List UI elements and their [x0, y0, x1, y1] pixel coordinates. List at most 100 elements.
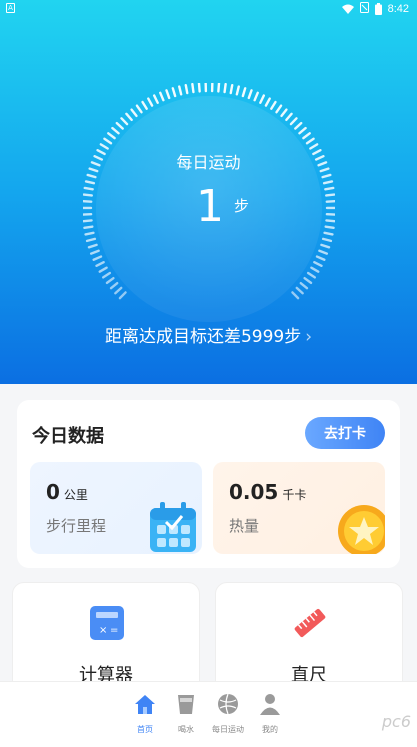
ruler-icon [294, 608, 326, 638]
ring-tick [320, 243, 331, 249]
clock-time: 8:42 [387, 3, 409, 15]
distance-value: 0 [46, 480, 60, 504]
ring-tick [86, 173, 97, 179]
ring-tick [325, 193, 335, 197]
ring-tick [309, 143, 319, 150]
distance-label: 步行里程 [46, 517, 107, 535]
svg-text:×: × [99, 625, 107, 636]
ring-tick [313, 260, 323, 268]
calories-unit: 千卡 [282, 488, 307, 502]
ring-tick [270, 100, 277, 110]
ring-tick [84, 180, 96, 185]
ring-tick [321, 173, 332, 179]
ring-tick [95, 260, 105, 268]
today-data-title: 今日数据 [32, 426, 104, 447]
ring-tick [280, 108, 288, 118]
chevron-right-icon: › [305, 327, 313, 347]
ring-tick [130, 108, 138, 118]
ring-tick [275, 104, 283, 114]
status-bar: A 8:42 [0, 0, 417, 18]
ring-tick [322, 180, 334, 185]
step-count: 1 [196, 181, 224, 232]
ring-tick [83, 225, 94, 230]
checkin-button[interactable]: 去打卡 [305, 417, 385, 449]
ring-tick [101, 271, 112, 279]
calculator-icon: × = [90, 606, 124, 640]
ring-tick [247, 89, 253, 100]
ring-tick [259, 94, 266, 104]
ring-tick [325, 219, 335, 223]
cup-icon [178, 695, 194, 714]
ring-tick [135, 104, 143, 114]
battery-icon [374, 3, 382, 15]
ring-tick [298, 126, 307, 135]
ring-tick [109, 281, 119, 290]
ring-tick [324, 225, 335, 230]
calories-value-row: 0.05 千卡 [229, 480, 306, 504]
calculator-card[interactable]: × = 计算器 [12, 582, 200, 697]
ring-tick [92, 255, 103, 261]
ring-tick [306, 271, 317, 279]
ring-tick [299, 281, 309, 290]
ring-tick [85, 237, 97, 243]
distance-value-row: 0 公里 [46, 480, 88, 504]
calendar-icon [150, 502, 196, 552]
ring-tick [89, 249, 100, 255]
ring-tick [147, 97, 154, 107]
app-indicator-icon: A [6, 3, 15, 13]
ring-tick [165, 89, 171, 100]
goal-remaining-text: 距离达成目标还差5999步 [104, 327, 302, 347]
ring-tick [105, 276, 115, 285]
calories-value: 0.05 [229, 480, 279, 504]
ring-tick [321, 237, 333, 243]
goal-remaining-link[interactable]: 距离达成目标还差5999步 › [0, 322, 417, 347]
ruler-card[interactable]: 直尺 [215, 582, 403, 697]
calories-label: 热量 [229, 517, 260, 535]
ring-tick [303, 276, 313, 285]
tab-mine[interactable]: 我的 [240, 692, 300, 735]
watermark-logo: pc6 [381, 712, 411, 731]
ball-icon [218, 693, 238, 715]
distance-stat: 0 公里 步行里程 [30, 462, 202, 554]
ring-tick [178, 85, 183, 96]
user-icon [260, 694, 280, 715]
ring-tick [98, 266, 108, 273]
daily-exercise-title: 每日运动 [176, 153, 241, 172]
distance-unit: 公里 [63, 488, 88, 502]
svg-text:=: = [110, 625, 118, 636]
ring-tick [125, 112, 133, 122]
ring-tick [118, 291, 127, 300]
ring-tick [295, 286, 304, 295]
ring-tick [289, 117, 298, 126]
ring-tick [111, 126, 120, 135]
wifi-icon [341, 4, 354, 14]
step-unit: 步 [234, 197, 250, 215]
ring-tick [285, 112, 293, 122]
ring-tick [264, 97, 271, 107]
today-data-card: 今日数据 去打卡 0 公里 步行里程 0.05 千卡 热量 [17, 400, 400, 568]
calories-stat: 0.05 千卡 热量 [213, 462, 385, 554]
ring-tick [229, 83, 234, 95]
ring-tick [84, 231, 95, 236]
ring-tick [318, 249, 329, 255]
no-sim-icon [359, 2, 369, 16]
ring-tick [310, 266, 320, 273]
ring-tick [152, 94, 159, 104]
tab-mine-label: 我的 [262, 725, 278, 734]
ring-tick [235, 85, 240, 96]
ring-tick [217, 83, 221, 93]
ring-tick [99, 143, 109, 150]
ring-tick [107, 132, 116, 140]
ring-tick [305, 137, 315, 145]
ring-tick [323, 231, 334, 236]
ring-tick [184, 83, 189, 95]
ring-tick [223, 83, 227, 94]
home-icon [135, 695, 155, 714]
ring-tick [83, 219, 93, 223]
ring-tick [191, 83, 195, 94]
ring-tick [103, 137, 113, 145]
ring-tick [114, 286, 123, 295]
bottom-tab-bar: 首页 喝水 每日运动 我的 [0, 681, 417, 747]
ring-tick [83, 186, 94, 191]
ring-tick [83, 193, 93, 197]
